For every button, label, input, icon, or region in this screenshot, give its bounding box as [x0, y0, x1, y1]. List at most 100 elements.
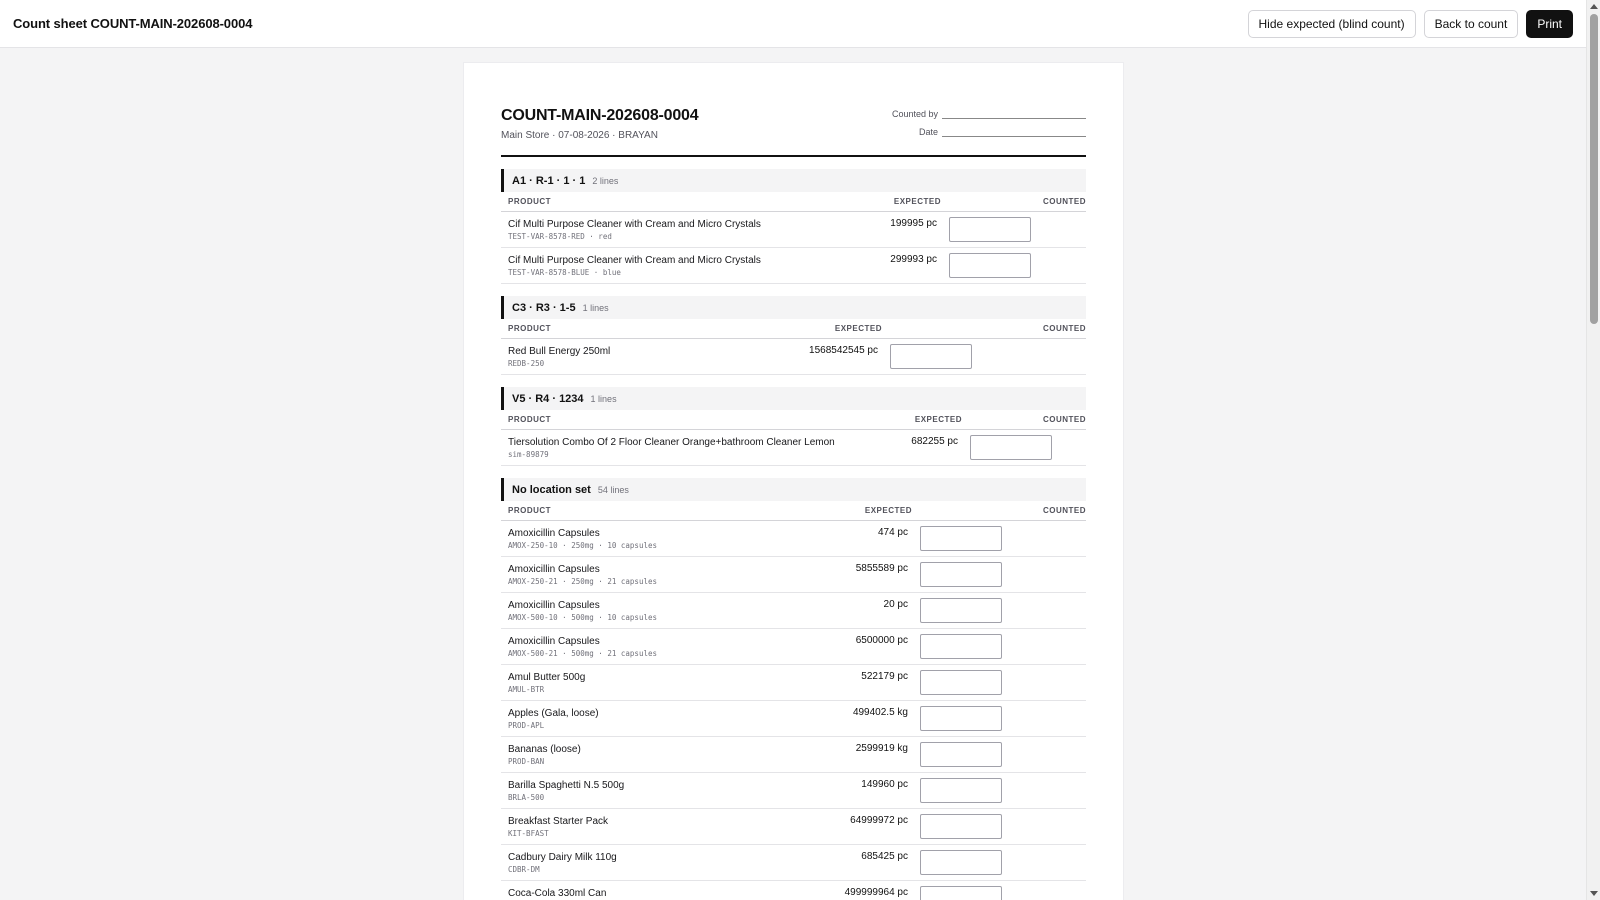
counted-input[interactable] [920, 634, 1002, 659]
group-header: C3 · R3 · 1-5 1 lines [501, 296, 1086, 319]
print-button[interactable]: Print [1526, 9, 1573, 38]
page-scrollbar[interactable] [1586, 0, 1600, 900]
counted-cell [920, 526, 1086, 551]
product-cell: Breakfast Starter Pack KIT-BFAST [508, 816, 810, 838]
counted-cell [920, 706, 1086, 731]
sheet-subtitle: Main Store · 07-08-2026 · BRAYAN [501, 130, 658, 141]
counted-input[interactable] [949, 217, 1031, 242]
product-sku: sim-89879 [508, 449, 549, 459]
table-row: Barilla Spaghetti N.5 500g BRLA-500 149960… [501, 773, 1086, 809]
col-counted: COUNTED [1042, 197, 1086, 206]
counted-cell [920, 598, 1086, 623]
col-expected: EXPECTED [914, 415, 962, 424]
product-sku: AMOX-250-21 · 250mg · 21 capsules [508, 576, 658, 586]
table-row: Apples (Gala, loose) PROD-APL 499402.5 kg [501, 701, 1086, 737]
counted-cell [920, 742, 1086, 767]
product-cell: Amoxicillin Capsules AMOX-500-21 · 500mg … [508, 636, 810, 658]
location-groups: A1 · R-1 · 1 · 1 2 lines PRODUCT EXPECTED CO… [501, 169, 1086, 900]
product-cell: Cif Multi Purpose Cleaner with Cream and… [508, 255, 839, 277]
expected-qty: 5855589 pc [855, 563, 908, 574]
product-cell: Cif Multi Purpose Cleaner with Cream and… [508, 219, 839, 241]
product-name: Breakfast Starter Pack [508, 815, 609, 827]
table-row: Amoxicillin Capsules AMOX-500-21 · 500mg … [501, 629, 1086, 665]
counted-cell [920, 814, 1086, 839]
counted-input[interactable] [920, 598, 1002, 623]
table-row: Tiersolution Combo Of 2 Floor Cleaner Or… [501, 430, 1086, 466]
product-sku: PROD-BAN [508, 756, 545, 766]
counted-cell [920, 670, 1086, 695]
group-title: C3 · R3 · 1-5 [512, 301, 576, 314]
product-sku: CDBR-DM [508, 864, 540, 874]
counted-by-line [942, 110, 1086, 119]
scroll-up-icon[interactable] [1590, 4, 1598, 9]
col-counted: COUNTED [1042, 506, 1086, 515]
product-sku: AMOX-500-21 · 500mg · 21 capsules [508, 648, 658, 658]
counted-input[interactable] [920, 814, 1002, 839]
expected-qty: 685425 pc [861, 851, 908, 862]
hide-expected-button[interactable]: Hide expected (blind count) [1247, 9, 1416, 38]
col-counted: COUNTED [1042, 324, 1086, 333]
column-headers: PRODUCT EXPECTED COUNTED [501, 192, 1086, 212]
signature-block: Counted by Date [892, 109, 1086, 145]
table-row: Amoxicillin Capsules AMOX-500-10 · 500mg … [501, 593, 1086, 629]
group-header: V5 · R4 · 1234 1 lines [501, 387, 1086, 410]
counted-input[interactable] [920, 706, 1002, 731]
product-sku: AMOX-500-10 · 500mg · 10 capsules [508, 612, 658, 622]
product-cell: Apples (Gala, loose) PROD-APL [508, 708, 810, 730]
group-line-count: 2 lines [592, 175, 619, 186]
col-expected: EXPECTED [834, 324, 882, 333]
product-name: Amoxicillin Capsules [508, 563, 600, 575]
product-name: Cadbury Dairy Milk 110g [508, 851, 617, 863]
col-expected: EXPECTED [893, 197, 941, 206]
product-sku: KIT-BFAST [508, 828, 549, 838]
col-product: PRODUCT [508, 197, 552, 206]
expected-qty: 199995 pc [890, 218, 937, 229]
back-to-count-button[interactable]: Back to count [1423, 9, 1519, 38]
col-product: PRODUCT [508, 324, 552, 333]
expected-qty: 149960 pc [861, 779, 908, 790]
expected-qty: 299993 pc [890, 254, 937, 265]
table-row: Amoxicillin Capsules AMOX-250-10 · 250mg … [501, 521, 1086, 557]
scrollbar-thumb[interactable] [1590, 14, 1598, 324]
counted-input[interactable] [890, 344, 972, 369]
product-sku: PROD-APL [508, 720, 545, 730]
counted-input[interactable] [920, 742, 1002, 767]
date-line [942, 128, 1086, 137]
location-group: A1 · R-1 · 1 · 1 2 lines PRODUCT EXPECTED CO… [501, 169, 1086, 284]
product-name: Bananas (loose) [508, 743, 581, 755]
counted-input[interactable] [920, 526, 1002, 551]
counted-input[interactable] [920, 670, 1002, 695]
counted-cell [890, 344, 1086, 369]
counted-input[interactable] [920, 886, 1002, 900]
product-cell: Amoxicillin Capsules AMOX-250-21 · 250mg … [508, 564, 810, 586]
counted-input[interactable] [920, 562, 1002, 587]
expected-qty: 64999972 pc [850, 815, 908, 826]
table-row: Amul Butter 500g AMUL-BTR 522179 pc [501, 665, 1086, 701]
sheet-title: COUNT-MAIN-202608-0004 [501, 107, 699, 124]
column-headers: PRODUCT EXPECTED COUNTED [501, 319, 1086, 339]
counted-input[interactable] [949, 253, 1031, 278]
column-headers: PRODUCT EXPECTED COUNTED [501, 410, 1086, 430]
table-row: Bananas (loose) PROD-BAN 2599919 kg [501, 737, 1086, 773]
counted-input[interactable] [920, 778, 1002, 803]
product-sku: AMOX-250-10 · 250mg · 10 capsules [508, 540, 658, 550]
counted-input[interactable] [920, 850, 1002, 875]
product-name: Barilla Spaghetti N.5 500g [508, 779, 625, 791]
table-row: Red Bull Energy 250ml REDB-250 1568542545 … [501, 339, 1086, 375]
location-group: No location set 54 lines PRODUCT EXPECTED CO… [501, 478, 1086, 900]
group-header: No location set 54 lines [501, 478, 1086, 501]
product-name: Amoxicillin Capsules [508, 599, 600, 611]
counted-cell [920, 634, 1086, 659]
toolbar-actions: Hide expected (blind count) Back to coun… [1247, 9, 1573, 38]
col-counted: COUNTED [1042, 415, 1086, 424]
counted-cell [920, 778, 1086, 803]
date-label: Date [918, 127, 938, 137]
scroll-down-icon[interactable] [1590, 891, 1598, 896]
product-sku: REDB-250 [508, 358, 545, 368]
table-row: Cif Multi Purpose Cleaner with Cream and… [501, 212, 1086, 248]
table-row: Breakfast Starter Pack KIT-BFAST 64999972 … [501, 809, 1086, 845]
counted-input[interactable] [970, 435, 1052, 460]
counted-cell [920, 562, 1086, 587]
col-product: PRODUCT [508, 415, 552, 424]
product-cell: Bananas (loose) PROD-BAN [508, 744, 810, 766]
